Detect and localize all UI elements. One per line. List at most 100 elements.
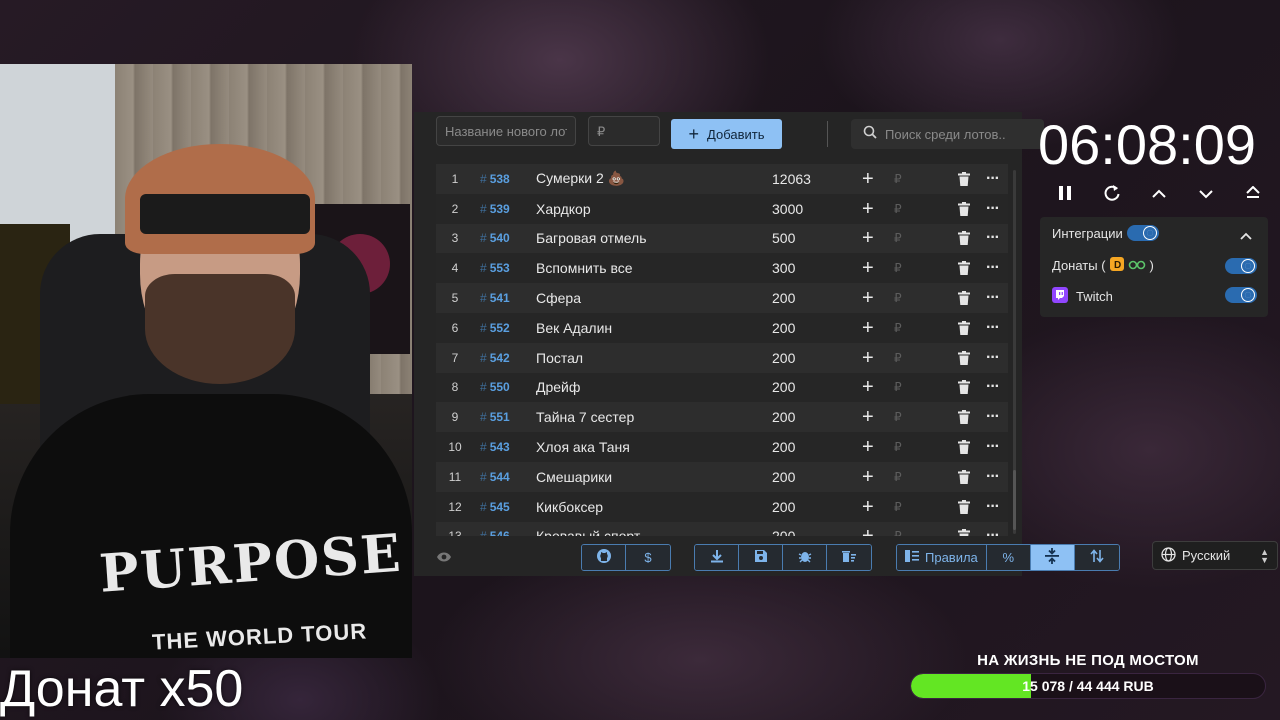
lot-row[interactable]: 10 #543 Хлоя ака Таня 200 + ₽ ···	[436, 432, 1008, 462]
trash-icon[interactable]	[958, 499, 970, 514]
add-amount-button[interactable]: +	[862, 199, 874, 219]
donate-dollar-button[interactable]: $	[626, 545, 670, 570]
pause-button[interactable]	[1050, 180, 1080, 210]
lot-row[interactable]: 4 #553 Вспомнить все 300 + ₽ ···	[436, 253, 1008, 284]
trash-icon[interactable]	[958, 171, 970, 186]
trash-icon[interactable]	[958, 320, 970, 335]
lot-amount[interactable]: 200	[772, 469, 795, 485]
lot-name[interactable]: Хардкор	[536, 201, 591, 217]
add-lot-button[interactable]: + Добавить	[671, 119, 782, 149]
lot-name[interactable]: Дрейф	[536, 379, 580, 395]
trash-icon[interactable]	[958, 410, 970, 425]
lot-row[interactable]: 12 #545 Кикбоксер 200 + ₽ ···	[436, 491, 1008, 522]
lot-amount[interactable]: 200	[772, 320, 795, 336]
more-options-icon[interactable]: ···	[986, 527, 1000, 536]
lot-name[interactable]: Смешарики	[536, 469, 612, 485]
more-options-icon[interactable]: ···	[986, 319, 1000, 337]
trash-icon[interactable]	[958, 380, 970, 395]
donations-toggle[interactable]	[1225, 258, 1257, 274]
lot-amount[interactable]: 12063	[772, 171, 811, 187]
lot-amount[interactable]: 200	[772, 409, 795, 425]
add-amount-button[interactable]: +	[862, 348, 874, 368]
trash-icon[interactable]	[958, 201, 970, 216]
scrollbar-thumb[interactable]	[1013, 470, 1016, 530]
collapse-chevron-icon[interactable]	[1240, 227, 1252, 245]
lot-name[interactable]: Тайна 7 сестер	[536, 409, 634, 425]
more-options-icon[interactable]: ···	[986, 289, 1000, 307]
lot-name[interactable]: Хлоя ака Таня	[536, 439, 630, 455]
add-amount-button[interactable]: +	[862, 228, 874, 248]
github-button[interactable]	[582, 545, 626, 570]
lot-amount[interactable]: 200	[772, 499, 795, 515]
lot-row[interactable]: 7 #542 Постал 200 + ₽ ···	[436, 342, 1008, 373]
lot-amount[interactable]: 3000	[772, 201, 803, 217]
lot-id[interactable]: #542	[480, 351, 510, 365]
add-amount-button[interactable]: +	[862, 288, 874, 308]
trash-icon[interactable]	[958, 440, 970, 455]
lot-name[interactable]: Кровавый спорт	[536, 528, 640, 536]
lot-row[interactable]: 9 #551 Тайна 7 сестер 200 + ₽ ···	[436, 402, 1008, 433]
lot-name[interactable]: Вспомнить все	[536, 260, 633, 276]
trash-icon[interactable]	[958, 529, 970, 536]
lot-id[interactable]: #544	[480, 470, 510, 484]
lot-amount[interactable]: 300	[772, 260, 795, 276]
more-options-icon[interactable]: ···	[986, 408, 1000, 426]
save-button[interactable]	[739, 545, 783, 570]
percent-button[interactable]: %	[986, 545, 1031, 570]
rules-button[interactable]: Правила	[897, 545, 987, 570]
lot-id[interactable]: #546	[480, 529, 510, 536]
language-select[interactable]: Русский ▲ ▼	[1152, 541, 1278, 570]
more-options-icon[interactable]: ···	[986, 259, 1000, 277]
trash-icon[interactable]	[958, 261, 970, 276]
lot-row[interactable]: 3 #540 Багровая отмель 500 + ₽ ···	[436, 223, 1008, 254]
lot-amount[interactable]: 200	[772, 290, 795, 306]
lot-row[interactable]: 6 #552 Век Адалин 200 + ₽ ···	[436, 312, 1008, 343]
lot-id[interactable]: #550	[480, 380, 510, 394]
twitch-toggle[interactable]	[1225, 287, 1257, 303]
download-button[interactable]	[695, 545, 739, 570]
add-amount-button[interactable]: +	[862, 467, 874, 487]
clear-list-button[interactable]	[827, 545, 871, 570]
lot-name[interactable]: Век Адалин	[536, 320, 612, 336]
double-time-button[interactable]	[1238, 180, 1268, 210]
lot-search[interactable]	[851, 119, 1044, 149]
more-options-icon[interactable]: ···	[986, 229, 1000, 247]
add-amount-button[interactable]: +	[862, 497, 874, 517]
new-lot-name-input[interactable]	[436, 116, 576, 146]
lot-name[interactable]: Постал	[536, 350, 583, 366]
lot-row[interactable]: 11 #544 Смешарики 200 + ₽ ···	[436, 461, 1008, 492]
trash-icon[interactable]	[958, 469, 970, 484]
lot-id[interactable]: #551	[480, 410, 510, 424]
more-options-icon[interactable]: ···	[986, 378, 1000, 396]
sort-button[interactable]	[1074, 545, 1119, 570]
lot-id[interactable]: #540	[480, 231, 510, 245]
lot-id[interactable]: #552	[480, 321, 510, 335]
trash-icon[interactable]	[958, 350, 970, 365]
lot-row[interactable]: 2 #539 Хардкор 3000 + ₽ ···	[436, 193, 1008, 224]
search-input[interactable]	[885, 126, 1035, 142]
lot-id[interactable]: #545	[480, 500, 510, 514]
eye-icon[interactable]	[436, 550, 452, 568]
add-amount-button[interactable]: +	[862, 437, 874, 457]
integrations-toggle[interactable]	[1127, 225, 1159, 241]
add-amount-button[interactable]: +	[862, 377, 874, 397]
more-options-icon[interactable]: ···	[986, 349, 1000, 367]
lot-name[interactable]: Багровая отмель	[536, 230, 647, 246]
lot-amount[interactable]: 200	[772, 528, 795, 536]
lot-id[interactable]: #539	[480, 202, 510, 216]
lot-amount[interactable]: 200	[772, 350, 795, 366]
reduce-time-button[interactable]	[1191, 180, 1221, 210]
lot-row[interactable]: 1 #538 Сумерки 2 💩 12063 + ₽ ···	[436, 164, 1008, 194]
add-amount-button[interactable]: +	[862, 526, 874, 536]
add-amount-button[interactable]: +	[862, 318, 874, 338]
lot-id[interactable]: #538	[480, 172, 510, 186]
add-amount-button[interactable]: +	[862, 169, 874, 189]
lot-row[interactable]: 13 #546 Кровавый спорт 200 + ₽ ···	[436, 521, 1008, 536]
add-amount-button[interactable]: +	[862, 258, 874, 278]
trash-icon[interactable]	[958, 291, 970, 306]
add-time-button[interactable]	[1144, 180, 1174, 210]
new-lot-amount-input[interactable]	[588, 116, 660, 146]
lot-list-scrollbar[interactable]	[1013, 170, 1016, 534]
lot-name[interactable]: Сфера	[536, 290, 581, 306]
lot-name[interactable]: Сумерки 2 💩	[536, 170, 625, 187]
